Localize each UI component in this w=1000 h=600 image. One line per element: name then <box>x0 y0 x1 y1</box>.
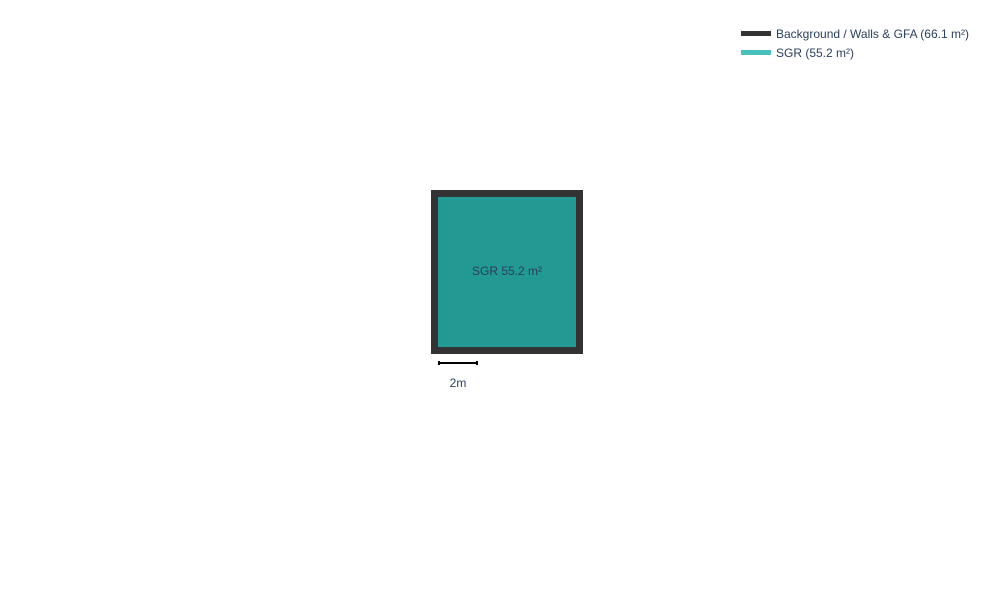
room-label-sgr: SGR 55.2 m² <box>471 264 543 278</box>
legend-label-sgr: SGR (55.2 m²) <box>776 45 855 60</box>
scale-bar <box>438 361 478 365</box>
legend-label-walls: Background / Walls & GFA (66.1 m²) <box>776 26 969 41</box>
legend-item-walls-gfa[interactable]: Background / Walls & GFA (66.1 m²) <box>741 24 969 43</box>
legend-swatch-walls <box>741 31 771 36</box>
legend: Background / Walls & GFA (66.1 m²) SGR (… <box>741 24 969 62</box>
scale-bar-tick-left <box>438 361 440 365</box>
scale-label: 2m <box>449 376 467 390</box>
legend-swatch-sgr <box>741 50 771 55</box>
legend-item-sgr[interactable]: SGR (55.2 m²) <box>741 43 969 62</box>
scale-bar-tick-right <box>476 361 478 365</box>
